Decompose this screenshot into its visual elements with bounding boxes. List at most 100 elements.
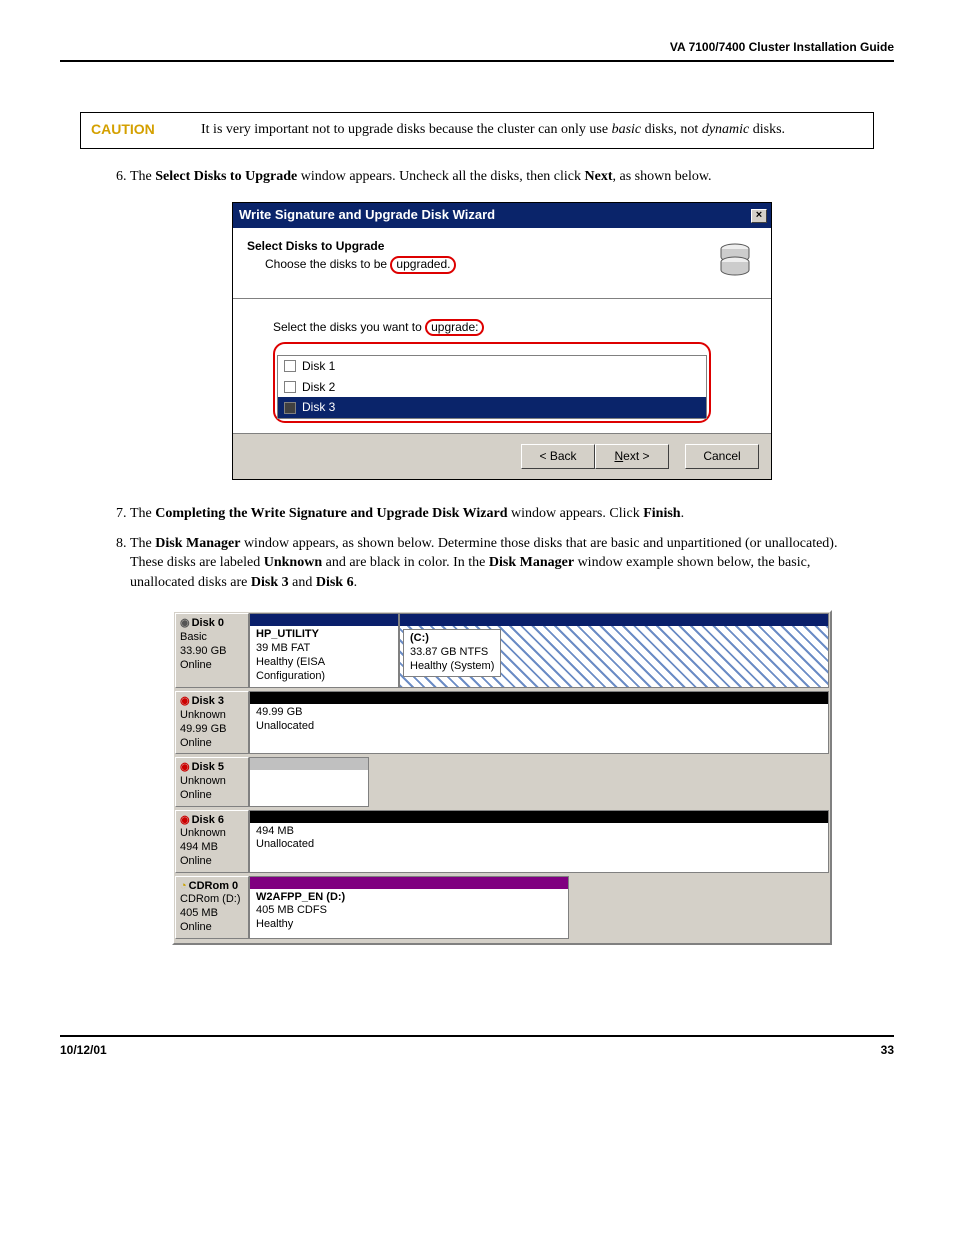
- dm-vol-c[interactable]: (C:) 33.87 GB NTFS Healthy (System): [399, 613, 829, 688]
- dm-cd-type: CDRom (D:): [180, 893, 244, 907]
- dm-d5-name: Disk 5: [192, 761, 224, 773]
- caution-basic: basic: [612, 122, 642, 137]
- wizard-footer: < Back Next > Cancel: [233, 433, 771, 479]
- dm-cd-status: Online: [180, 921, 244, 935]
- annotation-upgraded: upgraded.: [390, 256, 456, 273]
- caution-text-post: disks.: [749, 122, 785, 137]
- dm-d0-size: 33.90 GB: [180, 645, 244, 659]
- dm-cd-v1-size: 405 MB CDFS: [256, 904, 562, 918]
- dm-cd-name: CDRom 0: [189, 880, 239, 892]
- dm-side-disk5: ◉Disk 5 Unknown Online: [175, 757, 249, 806]
- next-button[interactable]: Next >: [595, 444, 669, 469]
- wizard-header: Select Disks to Upgrade Choose the disks…: [233, 228, 771, 299]
- vol-bar: [400, 614, 828, 626]
- dm-d0-v1-stat: Healthy (EISA Configuration): [256, 656, 392, 684]
- caution-text-pre: It is very important not to upgrade disk…: [201, 122, 612, 137]
- vol-bar: [250, 758, 368, 770]
- dm-d0-type: Basic: [180, 631, 244, 645]
- dm-d6-size: 494 MB: [180, 841, 244, 855]
- dm-d3-type: Unknown: [180, 709, 244, 723]
- dm-vol-hputility[interactable]: HP_UTILITY 39 MB FAT Healthy (EISA Confi…: [249, 613, 399, 688]
- dm-row-disk0: ◉Disk 0 Basic 33.90 GB Online HP_UTILITY…: [175, 613, 829, 688]
- disk-list-item-2[interactable]: Disk 2: [278, 377, 706, 398]
- step7-a: The: [130, 506, 155, 521]
- page-footer: 10/12/01 33: [60, 1035, 894, 1057]
- header-rule: [60, 60, 894, 62]
- caution-box: CAUTION It is very important not to upgr…: [80, 112, 874, 149]
- step7-d: Finish: [643, 506, 680, 521]
- checkbox-disk1[interactable]: [284, 360, 296, 372]
- dm-cd-v1-stat: Healthy: [256, 918, 562, 932]
- step6-e: , as shown below.: [613, 169, 712, 184]
- wizard-body-label: Select the disks you want to upgrade:: [273, 319, 731, 336]
- disk-list-item-3[interactable]: Disk 3: [278, 397, 706, 418]
- dm-d0-v1-name: HP_UTILITY: [256, 628, 392, 642]
- step7-e: .: [681, 506, 685, 521]
- wizard-subtitle: Choose the disks to be upgraded.: [265, 256, 703, 273]
- step6-b: Select Disks to Upgrade: [155, 169, 297, 184]
- vol-bar: [250, 877, 568, 889]
- disk3-label: Disk 3: [302, 399, 335, 416]
- dm-d3-v1-size: 49.99 GB: [256, 706, 822, 720]
- dm-d6-v1-stat: Unallocated: [256, 838, 822, 852]
- dm-row-disk5: ◉Disk 5 Unknown Online: [175, 757, 829, 806]
- dm-vol-cdrom[interactable]: W2AFPP_EN (D:) 405 MB CDFS Healthy: [249, 876, 569, 939]
- wizard-heading: Select Disks to Upgrade: [247, 238, 703, 255]
- step8-e: and are black in color. In the: [322, 555, 489, 570]
- dm-d0-v2-stat: Healthy (System): [410, 660, 494, 674]
- wizard-window: Write Signature and Upgrade Disk Wizard …: [232, 202, 772, 480]
- back-button[interactable]: < Back: [521, 444, 595, 469]
- dm-vol-disk3-unalloc[interactable]: 49.99 GB Unallocated: [249, 691, 829, 754]
- step8-i: and: [289, 575, 316, 590]
- annotation-disk-list-ring: Disk 1 Disk 2 Disk 3: [273, 342, 711, 423]
- disk2-label: Disk 2: [302, 379, 335, 396]
- close-button[interactable]: ×: [751, 209, 767, 223]
- dm-row-disk6: ◉Disk 6 Unknown 494 MB Online 494 MB Una…: [175, 810, 829, 873]
- wizard-body-pre: Select the disks you want to: [273, 320, 425, 334]
- disk-icon: ◉: [180, 761, 190, 773]
- dm-side-disk6: ◉Disk 6 Unknown 494 MB Online: [175, 810, 249, 873]
- dm-vol-disk6-unalloc[interactable]: 494 MB Unallocated: [249, 810, 829, 873]
- caution-label: CAUTION: [91, 121, 201, 140]
- caution-text-mid: disks, not: [641, 122, 702, 137]
- wizard-sub-pre: Choose the disks to be: [265, 257, 390, 271]
- dm-d3-status: Online: [180, 737, 244, 751]
- step6-a: The: [130, 169, 155, 184]
- disk-list: Disk 1 Disk 2 Disk 3: [277, 355, 707, 419]
- disk-list-item-1[interactable]: Disk 1: [278, 356, 706, 377]
- dm-row-cdrom0: ◔CDRom 0 CDRom (D:) 405 MB Online W2AFPP…: [175, 876, 829, 939]
- step8-f: Disk Manager: [489, 555, 574, 570]
- step8-d: Unknown: [264, 555, 322, 570]
- footer-page: 33: [881, 1043, 894, 1057]
- dm-d0-v2-name: (C:): [410, 632, 494, 646]
- dm-d0-v1-size: 39 MB FAT: [256, 642, 392, 656]
- disk1-label: Disk 1: [302, 358, 335, 375]
- dm-d0-v2-size: 33.87 GB NTFS: [410, 646, 494, 660]
- dm-d6-v1-size: 494 MB: [256, 825, 822, 839]
- dm-d6-status: Online: [180, 855, 244, 869]
- step8-j: Disk 6: [316, 575, 354, 590]
- dm-vol-disk5-empty[interactable]: [249, 757, 369, 806]
- step-6: The Select Disks to Upgrade window appea…: [130, 167, 874, 480]
- checkbox-disk2[interactable]: [284, 381, 296, 393]
- step8-h: Disk 3: [251, 575, 289, 590]
- checkbox-disk3[interactable]: [284, 402, 296, 414]
- wizard-titlebar: Write Signature and Upgrade Disk Wizard …: [233, 203, 771, 227]
- cancel-button[interactable]: Cancel: [685, 444, 759, 469]
- vol-bar: [250, 692, 828, 704]
- dm-side-disk0: ◉Disk 0 Basic 33.90 GB Online: [175, 613, 249, 688]
- step6-c: window appears. Uncheck all the disks, t…: [297, 169, 584, 184]
- dm-d6-name: Disk 6: [192, 814, 224, 826]
- disk-stack-icon: [713, 238, 757, 282]
- dm-side-disk3: ◉Disk 3 Unknown 49.99 GB Online: [175, 691, 249, 754]
- dm-d5-type: Unknown: [180, 775, 244, 789]
- step7-c: window appears. Click: [508, 506, 644, 521]
- vol-bar: [250, 614, 398, 626]
- wizard-body: Select the disks you want to upgrade: Di…: [233, 299, 771, 434]
- dm-d3-v1-stat: Unallocated: [256, 720, 822, 734]
- annotation-upgrade: upgrade:: [425, 319, 484, 336]
- dm-d3-size: 49.99 GB: [180, 723, 244, 737]
- dm-d6-type: Unknown: [180, 827, 244, 841]
- dm-d5-status: Online: [180, 789, 244, 803]
- dm-row-disk3: ◉Disk 3 Unknown 49.99 GB Online 49.99 GB…: [175, 691, 829, 754]
